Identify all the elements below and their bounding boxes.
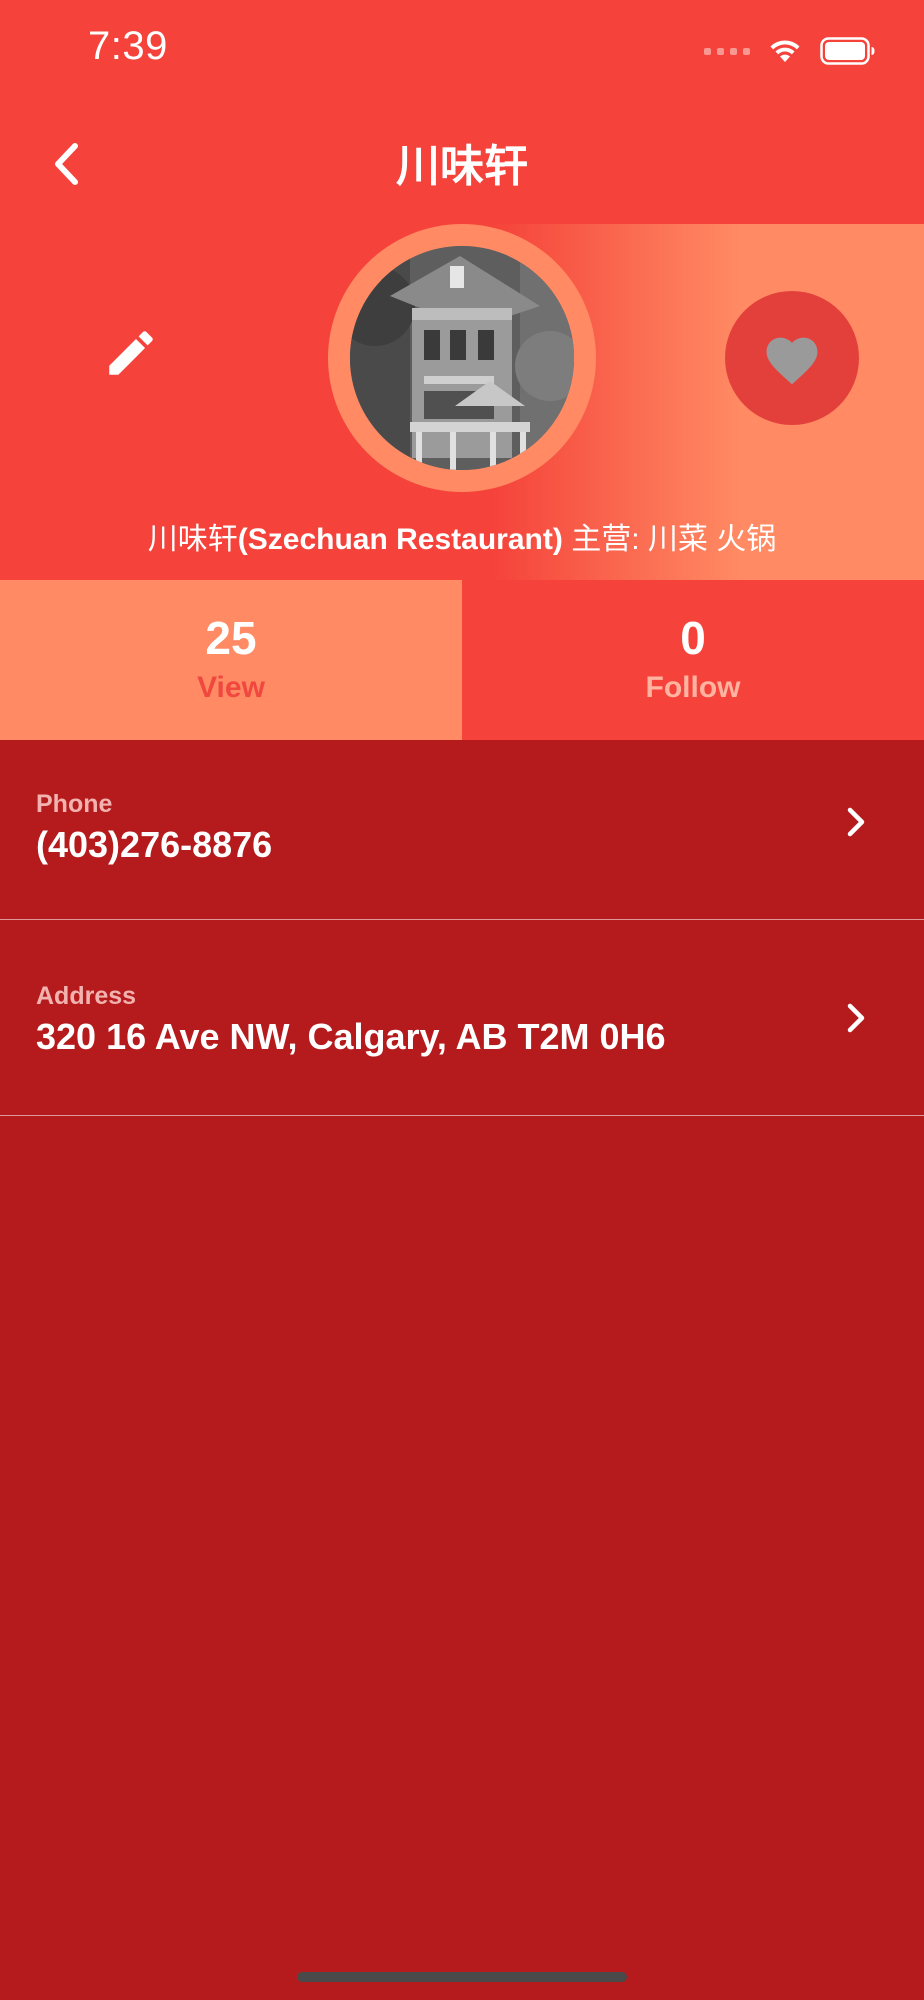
restaurant-description: 川味轩(Szechuan Restaurant) 主营: 川菜 火锅 <box>0 514 924 558</box>
heart-icon <box>766 337 818 385</box>
restaurant-photo <box>350 246 574 470</box>
chevron-right-icon <box>838 1000 874 1036</box>
follow-label: Follow <box>645 671 741 704</box>
battery-icon <box>820 37 875 65</box>
app-screen: 7:39 川味轩 川味轩(Szechuan Restaurant) 主营: 川菜… <box>0 0 924 2000</box>
page-title: 川味轩 <box>396 142 528 191</box>
phone-row[interactable]: Phone (403)276-8876 <box>0 740 924 920</box>
tab-view[interactable]: 25 View <box>0 580 462 740</box>
follow-count: 0 <box>680 612 706 664</box>
nav-header: 川味轩 <box>0 100 924 224</box>
stats-tabs: 25 View 0 Follow <box>0 580 924 740</box>
pencil-icon <box>109 331 153 375</box>
status-icons <box>704 34 876 68</box>
restaurant-name-en: (Szechuan Restaurant) <box>237 523 563 556</box>
address-value: 320 16 Ave NW, Calgary, AB T2M 0H6 <box>36 1016 666 1057</box>
home-indicator[interactable] <box>297 1972 627 1982</box>
edit-button[interactable] <box>96 318 166 388</box>
favorite-button[interactable] <box>725 291 859 425</box>
address-row[interactable]: Address 320 16 Ave NW, Calgary, AB T2M 0… <box>0 920 924 1116</box>
phone-label: Phone <box>36 790 113 818</box>
cellular-signal-icon <box>704 47 750 55</box>
phone-value: (403)276-8876 <box>36 824 273 865</box>
view-label: View <box>197 671 265 704</box>
avatar-ring <box>328 224 596 492</box>
profile-banner: 川味轩(Szechuan Restaurant) 主营: 川菜 火锅 <box>0 224 924 580</box>
wifi-icon <box>770 40 800 62</box>
chevron-right-icon <box>838 804 874 840</box>
tab-follow[interactable]: 0 Follow <box>462 580 924 740</box>
restaurant-specialty: 主营: 川菜 火锅 <box>571 523 777 556</box>
status-bar: 7:39 <box>0 0 924 100</box>
restaurant-name-cn: 川味轩 <box>147 523 238 556</box>
status-time: 7:39 <box>88 24 168 68</box>
house-photo-image <box>350 246 574 470</box>
address-label: Address <box>36 982 137 1010</box>
view-count: 25 <box>205 612 257 664</box>
